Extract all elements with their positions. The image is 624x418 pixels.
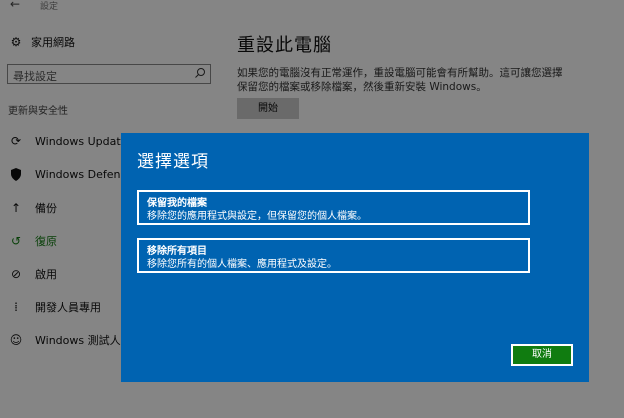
keep-files-option[interactable]: 保留我的檔案 移除您的應用程式與設定，但保留您的個人檔案。 <box>137 190 530 225</box>
cancel-button[interactable]: 取消 <box>511 344 573 366</box>
remove-everything-option[interactable]: 移除所有項目 移除您所有的個人檔案、應用程式及設定。 <box>137 238 530 273</box>
choose-option-dialog: 選擇選項 保留我的檔案 移除您的應用程式與設定，但保留您的個人檔案。 移除所有項… <box>121 133 589 382</box>
option-description: 移除您所有的個人檔案、應用程式及設定。 <box>147 259 337 270</box>
dialog-title: 選擇選項 <box>137 152 209 172</box>
option-description: 移除您的應用程式與設定，但保留您的個人檔案。 <box>147 211 367 222</box>
